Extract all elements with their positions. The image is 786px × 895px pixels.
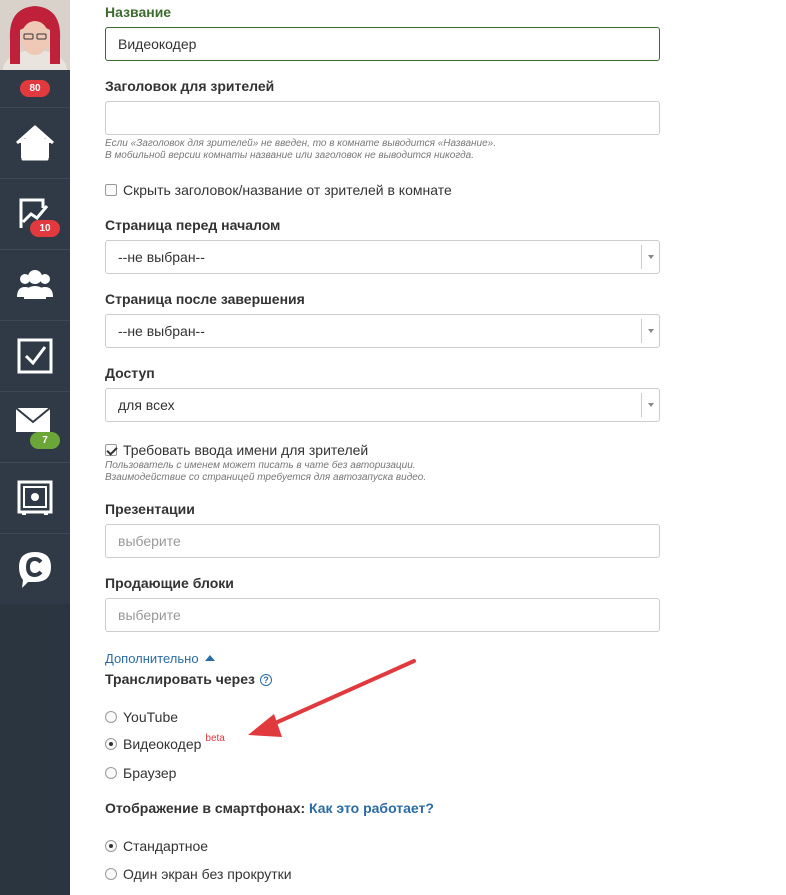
sidebar-item-chat[interactable] [0,533,70,604]
safe-icon [17,480,53,515]
sidebar-item-home[interactable] [0,107,70,178]
advanced-toggle-label: Дополнительно [105,651,199,666]
radio-browser[interactable] [105,767,117,779]
title-input[interactable] [105,101,660,135]
radio-single-screen[interactable] [105,868,117,880]
name-label: Название [105,4,172,20]
page-before-label: Страница перед началом [105,217,281,233]
presentations-label: Презентации [105,501,195,517]
name-input[interactable]: Видеокодер [105,27,660,61]
advanced-toggle[interactable]: Дополнительно [105,651,215,666]
chevron-down-icon [641,245,659,269]
require-name-hint-1: Пользователь с именем может писать в чат… [105,460,416,471]
page-after-label: Страница после завершения [105,291,305,307]
sidebar-empty [0,604,70,895]
access-label: Доступ [105,365,155,381]
caret-up-icon [204,655,215,661]
how-it-works-link[interactable]: Как это работает? [309,800,434,816]
mobile-display-label: Отображение в смартфонах: Как это работа… [105,800,434,816]
radio-youtube-label: YouTube [123,709,179,725]
broadcast-label: Транслировать через? [105,671,272,687]
hide-title-label: Скрыть заголовок/название от зрителей в … [123,182,452,198]
broadcast-option-encoder[interactable]: Видеокодер beta [105,732,225,752]
chat-c-icon [19,552,51,588]
radio-browser-label: Браузер [123,765,177,781]
selling-blocks-input[interactable]: выберите [105,598,660,632]
page-after-value: --не выбран-- [118,323,205,339]
mobile-option-standard[interactable]: Стандартное [105,838,208,854]
mobile-display-label-text: Отображение в смартфонах: [105,800,306,816]
broadcast-label-text: Транслировать через [105,671,255,687]
mail-icon [15,407,51,432]
avatar[interactable] [0,0,70,70]
sidebar-item-safe[interactable] [0,462,70,533]
users-icon [17,270,53,299]
help-icon[interactable]: ? [259,674,272,686]
page-after-select[interactable]: --не выбран-- [105,314,660,348]
title-label: Заголовок для зрителей [105,78,275,94]
home-icon [16,125,54,161]
sidebar: 80 10 7 [0,0,70,895]
hide-title-checkbox[interactable] [105,184,117,196]
chevron-down-icon [641,319,659,343]
sidebar-item-mail[interactable]: 7 [0,391,70,462]
mail-badge: 7 [30,432,60,449]
access-select[interactable]: для всех [105,388,660,422]
radio-single-screen-label: Один экран без прокрутки [123,866,292,882]
radio-encoder-label: Видеокодер [123,736,202,752]
sidebar-item-stats[interactable]: 10 [0,178,70,249]
radio-youtube[interactable] [105,711,117,723]
broadcast-option-browser[interactable]: Браузер [105,765,176,781]
sidebar-item-users[interactable] [0,249,70,320]
selling-blocks-label: Продающие блоки [105,575,234,591]
notification-badge: 80 [20,80,50,97]
radio-encoder[interactable] [105,738,117,750]
stats-badge: 10 [30,220,60,237]
radio-standard-label: Стандартное [123,838,209,854]
broadcast-option-youtube[interactable]: YouTube [105,709,178,725]
sidebar-item-tasks[interactable] [0,320,70,391]
beta-tag: beta [205,732,225,744]
presentations-input[interactable]: выберите [105,524,660,558]
title-hint-1: Если «Заголовок для зрителей» не введен,… [105,138,497,149]
mobile-option-single-screen[interactable]: Один экран без прокрутки [105,866,292,882]
title-hint-2: В мобильной версии комнаты название или … [105,150,475,161]
require-name-checkbox[interactable] [105,444,117,456]
page-before-select[interactable]: --не выбран-- [105,240,660,274]
hide-title-checkbox-row[interactable]: Скрыть заголовок/название от зрителей в … [105,182,452,198]
require-name-checkbox-row[interactable]: Требовать ввода имени для зрителей [105,442,368,458]
require-name-label: Требовать ввода имени для зрителей [123,442,369,458]
checkbox-icon [17,338,53,374]
radio-standard[interactable] [105,840,117,852]
chevron-down-icon [641,393,659,417]
require-name-hint-2: Взаимодействие со страницей требуется дл… [105,472,427,483]
page-before-value: --не выбран-- [118,249,205,265]
access-value: для всех [118,397,175,413]
